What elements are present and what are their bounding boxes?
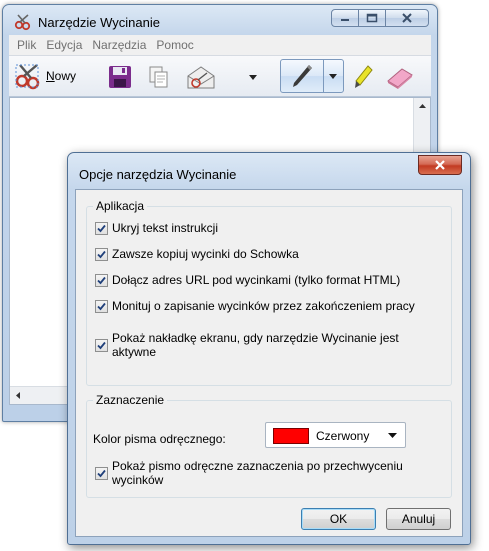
send-snip-dropdown[interactable] [247,70,259,84]
option-show-overlay[interactable]: Pokaż nakładkę ekranu, gdy narzędzie Wyc… [95,331,445,359]
option-include-url[interactable]: Dołącz adres URL pod wycinkami (tylko fo… [95,273,445,287]
checkbox-label: Zawsze kopiuj wycinki do Schowka [112,247,299,261]
checkbox[interactable] [95,274,108,287]
checkmark-icon [97,469,106,478]
application-group-legend: Aplikacja [93,199,148,213]
checkbox[interactable] [95,300,108,313]
menu-edit[interactable]: Edycja [46,38,82,52]
checkbox[interactable] [95,222,108,235]
option-show-ink[interactable]: Pokaż pismo odręczne zaznaczenia po prze… [95,459,445,487]
application-group: Aplikacja Ukryj tekst instrukcji Zawsze … [86,199,452,386]
checkmark-icon [97,224,106,233]
ink-color-row: Kolor pisma odręcznego: Czerwony [93,422,406,448]
copy-icon [149,66,168,88]
highlighter-button[interactable] [349,62,377,92]
arrow-left-icon [16,391,20,399]
checkbox[interactable] [95,248,108,261]
cancel-button[interactable]: Anuluj [386,508,451,530]
checkbox-label: Pokaż nakładkę ekranu, gdy narzędzie Wyc… [112,331,399,359]
pen-icon [293,65,312,87]
ink-color-value: Czerwony [316,429,370,443]
checkbox-label: Ukryj tekst instrukcji [112,221,219,235]
chevron-down-icon [329,73,337,79]
ink-color-swatch [273,428,309,444]
maximize-button[interactable] [358,9,386,27]
menu-file[interactable]: Plik [17,38,36,52]
scroll-up-arrow[interactable] [414,98,430,114]
ok-button[interactable]: OK [301,508,376,530]
save-button[interactable] [106,63,134,91]
checkmark-icon [97,302,106,311]
minimize-button[interactable] [331,9,359,27]
close-button[interactable] [385,9,429,27]
checkbox[interactable] [95,467,108,480]
menu-help[interactable]: Pomoc [156,38,193,52]
close-icon [435,160,445,170]
option-copy-to-clipboard[interactable]: Zawsze kopiuj wycinki do Schowka [95,247,445,261]
ink-color-select[interactable]: Czerwony [265,422,406,448]
minimize-icon [341,19,349,21]
scissors-icon [14,14,31,31]
new-snip-button[interactable]: Nowy [13,61,76,91]
eraser-icon [387,68,413,89]
pen-dropdown[interactable] [327,70,339,82]
checkmark-icon [97,341,106,350]
checkbox-label: Monituj o zapisanie wycinków przez zakoń… [112,299,415,313]
main-title-bar[interactable]: Narzędzie Wycinanie [3,5,437,35]
pen-split-divider [323,60,324,92]
floppy-disk-icon [109,66,131,88]
toolbar: Nowy [9,56,431,97]
checkbox-label: Dołącz adres URL pod wycinkami (tylko fo… [112,273,401,287]
envelope-icon [187,66,215,89]
pen-button[interactable] [285,61,319,91]
copy-button[interactable] [145,63,173,91]
dialog-content: Aplikacja Ukryj tekst instrukcji Zawsze … [75,189,463,537]
eraser-button[interactable] [383,62,417,92]
highlighter-icon [355,65,373,88]
new-snip-label: Nowy [46,69,77,83]
checkmark-icon [97,250,106,259]
main-window-title: Narzędzie Wycinanie [38,15,160,30]
scissors-icon [15,64,40,90]
selection-group: Zaznaczenie Kolor pisma odręcznego: Czer… [86,393,452,498]
ink-color-label: Kolor pisma odręcznego: [93,432,226,446]
scroll-left-arrow[interactable] [10,387,26,403]
send-snip-button[interactable] [184,62,218,92]
caption-buttons [331,9,429,29]
checkmark-icon [97,276,106,285]
option-prompt-save[interactable]: Monituj o zapisanie wycinków przez zakoń… [95,299,445,313]
checkbox[interactable] [95,339,108,352]
close-icon [402,13,412,23]
dialog-title: Opcje narzędzia Wycinanie [79,167,237,182]
dialog-close-button[interactable] [418,155,462,175]
chevron-down-icon [249,74,257,80]
option-hide-instructions[interactable]: Ukryj tekst instrukcji [95,221,445,235]
chevron-down-icon [388,433,397,438]
maximize-icon [366,13,378,23]
arrow-up-icon [418,104,426,108]
selection-group-legend: Zaznaczenie [93,393,168,407]
options-dialog: Opcje narzędzia Wycinanie Aplikacja Ukry… [67,152,471,545]
menu-tools[interactable]: Narzędzia [92,38,146,52]
menu-bar: Plik Edycja Narzędzia Pomoc [9,35,431,56]
checkbox-label: Pokaż pismo odręczne zaznaczenia po prze… [112,459,403,487]
pen-tool-group [280,59,344,93]
